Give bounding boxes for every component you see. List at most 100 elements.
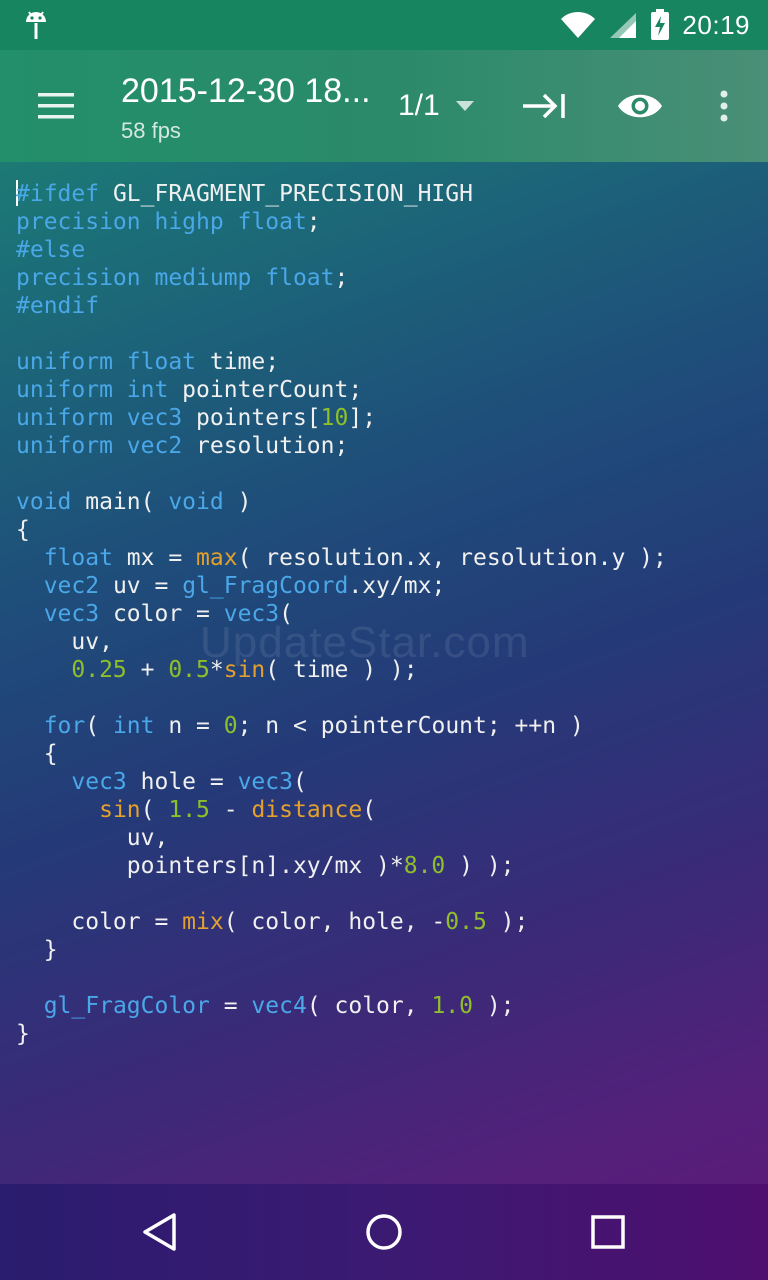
code-token: ); (486, 909, 529, 935)
code-line: uv, (16, 824, 756, 852)
code-token: 0.5 (445, 909, 487, 935)
status-icons: 20:19 (560, 0, 750, 50)
code-token: .xy/mx; (348, 573, 446, 599)
code-token: main( (71, 489, 169, 515)
code-token: ( (140, 797, 169, 823)
back-icon (143, 1213, 176, 1251)
navigation-bar (0, 1184, 768, 1280)
code-token: gl_FragColor (43, 993, 210, 1019)
code-token: ) (223, 489, 252, 515)
recents-button[interactable] (578, 1202, 638, 1262)
code-line: } (16, 936, 756, 964)
code-token: precision highp float (16, 209, 307, 235)
code-token: mx = (112, 545, 197, 571)
code-token: precision mediump float (16, 265, 335, 291)
overflow-menu-button[interactable] (696, 80, 752, 132)
menu-button[interactable] (24, 78, 88, 134)
code-token: vec3 (43, 601, 100, 627)
code-line: uniform vec3 pointers[10]; (16, 404, 756, 432)
wifi-icon (561, 11, 596, 38)
app-bar: 2015-12-30 18... 58 fps 1/1 (0, 50, 768, 162)
overflow-icon (720, 90, 728, 122)
code-line: vec3 hole = vec3( (16, 768, 756, 796)
code-token: ( color, (306, 993, 432, 1019)
code-token: n = (154, 713, 224, 739)
code-token: resolution; (182, 433, 349, 459)
code-token: uv, (16, 825, 169, 851)
code-token: #ifdef (16, 181, 100, 207)
code-token: pointers[n].xy/mx )* (16, 853, 404, 879)
code-line: #endif (16, 292, 756, 320)
code-token: uv, (16, 629, 113, 655)
code-line: color = mix( color, hole, -0.5 ); (16, 908, 756, 936)
code-token: ; (334, 265, 349, 291)
code-token: #else (16, 237, 86, 263)
code-token: mix (182, 909, 224, 935)
preview-button[interactable] (612, 80, 668, 132)
code-line: gl_FragColor = vec4( color, 1.0 ); (16, 992, 756, 1020)
code-line: precision mediump float; (16, 264, 756, 292)
code-token: ( (362, 797, 377, 823)
code-token: ); (472, 993, 515, 1019)
code-token: uv = (99, 573, 183, 599)
code-token: 8.0 (403, 853, 446, 879)
code-token: sin (99, 797, 141, 823)
code-token: ( (292, 769, 307, 795)
code-line: sin( 1.5 - distance( (16, 796, 756, 824)
code-token: ) ); (445, 853, 515, 879)
home-button[interactable] (354, 1202, 414, 1262)
eye-icon (618, 94, 662, 118)
insert-tab-button[interactable] (516, 80, 572, 132)
code-token: void (16, 489, 72, 515)
code-token: vec2 (43, 573, 100, 599)
code-token: vec4 (251, 993, 307, 1019)
code-token: 1.5 (168, 797, 210, 823)
battery-charging-icon (651, 9, 670, 40)
pager-label: 1/1 (398, 89, 440, 122)
code-line: uniform vec2 resolution; (16, 432, 756, 460)
code-token: ( color, hole, - (223, 909, 446, 935)
code-token: max (196, 545, 238, 571)
code-token: pointerCount; (168, 377, 363, 403)
code-token: vec3 (71, 769, 127, 795)
shader-code-editor[interactable]: #ifdef GL_FRAGMENT_PRECISION_HIGH precisi… (16, 180, 756, 1048)
code-token: = (209, 993, 252, 1019)
code-token: uniform vec2 (16, 433, 183, 459)
code-line: #else (16, 236, 756, 264)
cell-signal-icon (610, 13, 637, 38)
code-line: float mx = max( resolution.x, resolution… (16, 544, 756, 572)
code-line: { (16, 516, 756, 544)
pager-dropdown[interactable]: 1/1 (398, 86, 474, 126)
code-token: gl_FragCoord (182, 573, 349, 599)
android-debug-icon (26, 11, 46, 39)
code-token: 0 (223, 713, 238, 739)
code-token: uniform vec3 (16, 405, 183, 431)
code-token: ( resolution.x, resolution.y ); (237, 545, 667, 571)
code-token: 0.25 (71, 657, 127, 683)
code-line: { (16, 740, 756, 768)
code-token: pointers[ (182, 405, 321, 431)
status-bar: 20:19 (0, 0, 768, 50)
code-line: pointers[n].xy/mx )*8.0 ) ); (16, 852, 756, 880)
code-token: vec3 (237, 769, 293, 795)
code-line: void main( void ) (16, 488, 756, 516)
code-line: vec2 uv = gl_FragCoord.xy/mx; (16, 572, 756, 600)
code-token: hole = (126, 769, 238, 795)
back-button[interactable] (130, 1202, 190, 1262)
code-line: } (16, 1020, 756, 1048)
code-token: { (16, 741, 58, 767)
code-token: + (126, 657, 169, 683)
code-line: uniform int pointerCount; (16, 376, 756, 404)
code-token: distance (251, 797, 363, 823)
watermark: UpdateStar.com (200, 618, 530, 667)
code-token: { (16, 517, 30, 543)
menu-icon (38, 93, 74, 119)
